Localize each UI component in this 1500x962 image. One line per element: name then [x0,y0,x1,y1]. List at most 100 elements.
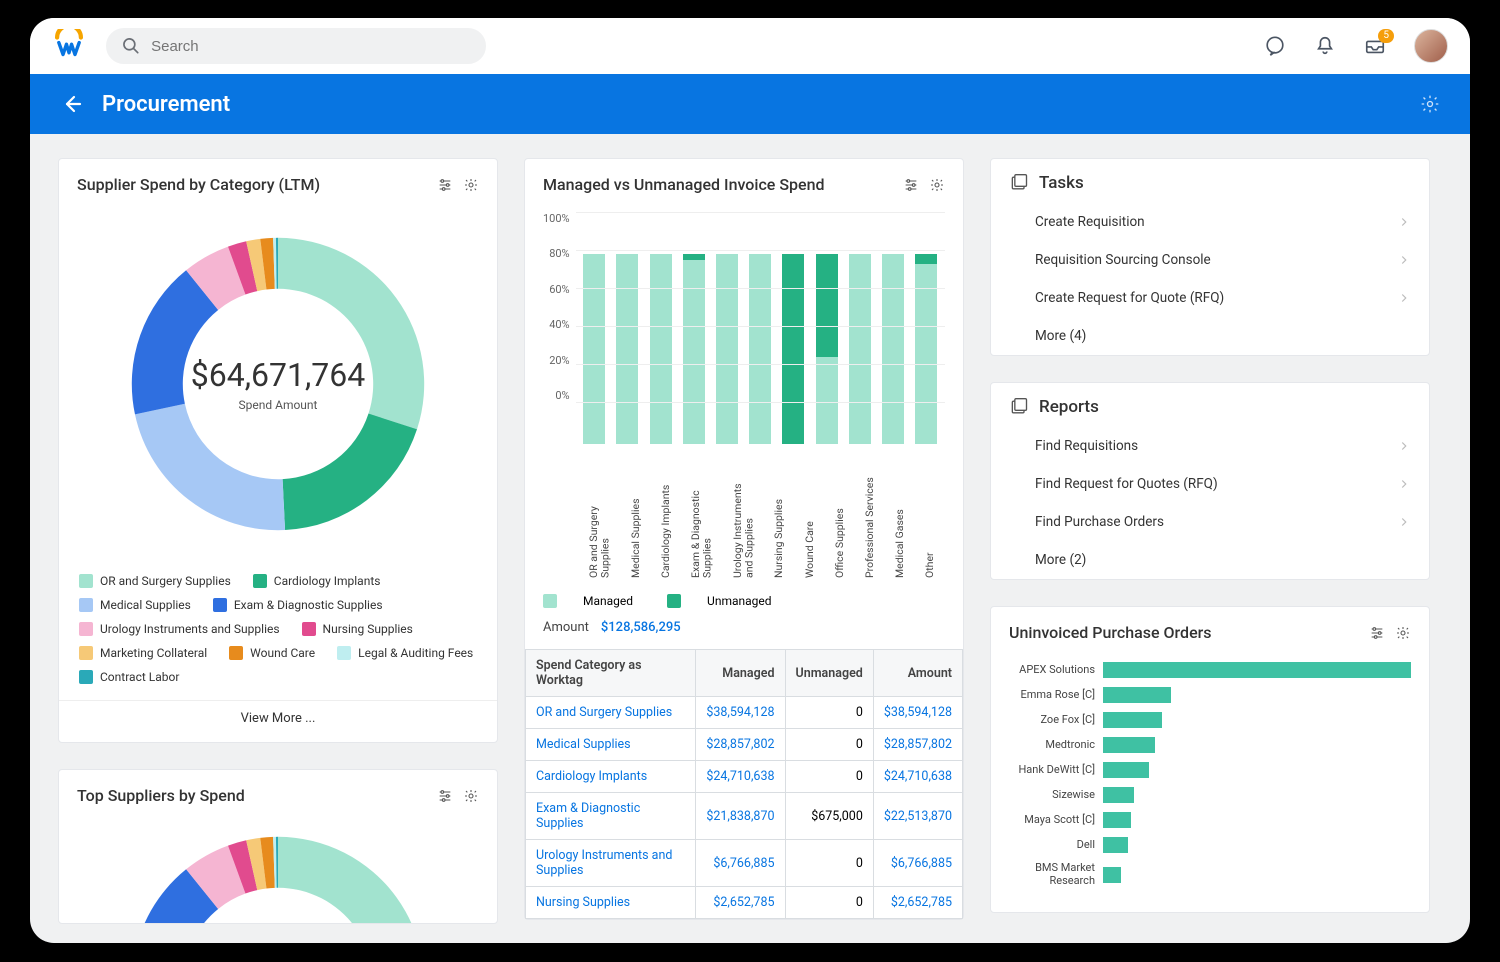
amount-value[interactable]: $28,857,802 [884,737,952,752]
search-input[interactable] [151,38,471,55]
table-header[interactable]: Unmanaged [785,650,873,697]
list-item-label: Create Request for Quote (RFQ) [1035,290,1224,306]
bar[interactable] [649,254,673,444]
sliders-icon[interactable] [437,177,453,193]
x-label: Medical Gases [894,468,906,578]
legend-item[interactable]: Contract Labor [79,670,179,684]
stacked-bar-chart[interactable]: 100%80%60%40%20%0% OR and Surgery Suppli… [525,202,963,582]
sliders-icon[interactable] [437,788,453,804]
unmanaged-value: 0 [785,761,873,793]
bar[interactable] [582,254,606,444]
legend-swatch [543,594,557,608]
view-more-link[interactable]: View More ... [59,700,497,742]
card-tasks: Tasks Create RequisitionRequisition Sour… [990,158,1430,356]
bar[interactable] [881,254,905,444]
amount-value[interactable]: $38,594,128 [884,705,952,720]
hbar-fill [1103,762,1149,778]
chevron-right-icon [1397,515,1411,529]
list-item[interactable]: Requisition Sourcing Console [991,241,1429,279]
list-item[interactable]: Find Request for Quotes (RFQ) [991,465,1429,503]
back-arrow-icon[interactable] [60,92,84,116]
managed-value[interactable]: $21,838,870 [706,809,774,824]
bar[interactable] [815,254,839,444]
hbar-label: Hank DeWitt [C] [1009,764,1095,777]
x-label: Cardiology Implants [660,468,672,578]
amount-value[interactable]: $22,513,870 [884,809,952,824]
category-link[interactable]: OR and Surgery Supplies [536,705,672,720]
legend-item[interactable]: Marketing Collateral [79,646,207,660]
amount-value[interactable]: $2,652,785 [891,895,952,910]
list-item[interactable]: More (2) [991,541,1429,579]
avatar[interactable] [1414,29,1448,63]
bar[interactable] [715,254,739,444]
hbar-row[interactable]: APEX Solutions [1009,662,1411,678]
list-item[interactable]: More (4) [991,317,1429,355]
legend-item[interactable]: Exam & Diagnostic Supplies [213,598,383,612]
legend-item[interactable]: Medical Supplies [79,598,191,612]
gear-icon[interactable] [1420,94,1440,114]
list-item[interactable]: Find Purchase Orders [991,503,1429,541]
gear-icon[interactable] [1395,625,1411,641]
inbox-icon[interactable]: 5 [1364,35,1386,57]
card-supplier-spend: Supplier Spend by Category (LTM) $64,671… [58,158,498,743]
list-item[interactable]: Create Request for Quote (RFQ) [991,279,1429,317]
gear-icon[interactable] [929,177,945,193]
bar[interactable] [781,254,805,444]
sliders-icon[interactable] [903,177,919,193]
hbar-row[interactable]: Zoe Fox [C] [1009,712,1411,728]
reports-icon [1009,397,1029,417]
list-item[interactable]: Create Requisition [991,203,1429,241]
hbar-chart[interactable]: APEX Solutions Emma Rose [C] Zoe Fox [C] Me… [991,650,1429,912]
amount-value[interactable]: $24,710,638 [884,769,952,784]
unmanaged-value: $675,000 [785,793,873,840]
list-item-label: Find Requisitions [1035,438,1138,454]
hbar-row[interactable]: Sizewise [1009,787,1411,803]
legend-item[interactable]: Nursing Supplies [302,622,413,636]
bar[interactable] [748,254,772,444]
category-link[interactable]: Cardiology Implants [536,769,647,784]
bar[interactable] [914,254,938,444]
chat-icon[interactable] [1264,35,1286,57]
category-link[interactable]: Exam & Diagnostic Supplies [536,801,640,831]
donut-chart[interactable]: $64,671,764 Spend Amount [108,214,448,554]
hbar-row[interactable]: Emma Rose [C] [1009,687,1411,703]
sliders-icon[interactable] [1369,625,1385,641]
legend-item[interactable]: Urology Instruments and Supplies [79,622,280,636]
category-link[interactable]: Nursing Supplies [536,895,630,910]
search-box[interactable] [106,28,486,64]
hbar-row[interactable]: Hank DeWitt [C] [1009,762,1411,778]
managed-value[interactable]: $2,652,785 [713,895,774,910]
list-item[interactable]: Find Requisitions [991,427,1429,465]
amount-value[interactable]: $128,586,295 [601,620,681,635]
gear-icon[interactable] [463,788,479,804]
legend-item[interactable]: Legal & Auditing Fees [337,646,473,660]
category-link[interactable]: Medical Supplies [536,737,631,752]
table-header[interactable]: Managed [696,650,785,697]
managed-value[interactable]: $24,710,638 [706,769,774,784]
hbar-fill [1103,867,1121,883]
bar[interactable] [682,254,706,444]
table-header[interactable]: Amount [873,650,962,697]
bell-icon[interactable] [1314,35,1336,57]
legend-item[interactable]: Cardiology Implants [253,574,381,588]
top-suppliers-chart[interactable] [59,813,497,923]
category-link[interactable]: Urology Instruments and Supplies [536,848,672,878]
amount-value[interactable]: $6,766,885 [891,856,952,871]
managed-value[interactable]: $38,594,128 [706,705,774,720]
gear-icon[interactable] [463,177,479,193]
legend-item[interactable]: OR and Surgery Supplies [79,574,231,588]
hbar-row[interactable]: Medtronic [1009,737,1411,753]
managed-value[interactable]: $28,857,802 [706,737,774,752]
hbar-row[interactable]: Maya Scott [C] [1009,812,1411,828]
table-header[interactable]: Spend Category as Worktag [526,650,696,697]
managed-value[interactable]: $6,766,885 [713,856,774,871]
bar[interactable] [615,254,639,444]
hbar-row[interactable]: BMS Market Research [1009,862,1411,887]
chevron-right-icon [1397,253,1411,267]
workday-logo[interactable] [52,29,86,63]
bar[interactable] [848,254,872,444]
legend-item[interactable]: Wound Care [229,646,315,660]
legend-label: Marketing Collateral [100,646,207,660]
legend-swatch [79,574,93,588]
hbar-row[interactable]: Dell [1009,837,1411,853]
